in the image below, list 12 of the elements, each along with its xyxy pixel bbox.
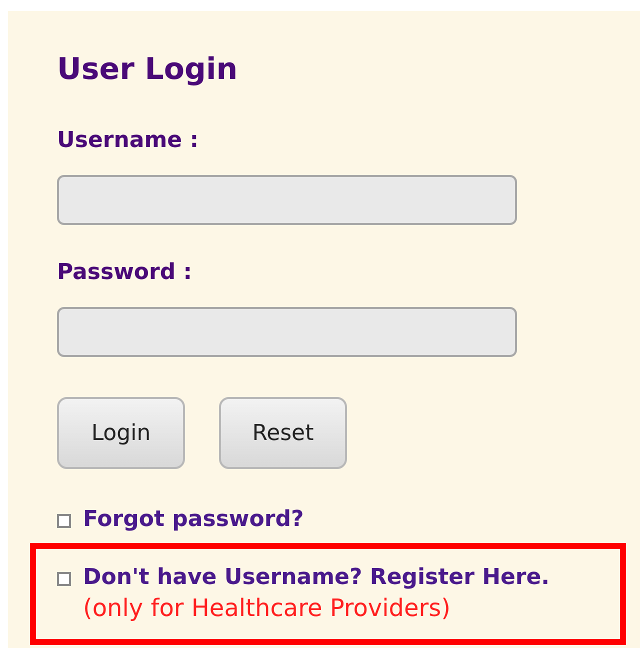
login-title: User Login <box>57 51 239 89</box>
link[interactable]: Don't have Username? Register Here. <box>83 565 550 590</box>
link[interactable]: Forgot password? <box>83 507 304 532</box>
field-label: Username : <box>57 127 200 155</box>
reset-button[interactable]: Reset <box>219 397 347 469</box>
square-bullet-icon <box>57 572 71 586</box>
link-note: (only for Healthcare Providers) <box>83 593 452 623</box>
field-label: Password : <box>57 259 194 287</box>
input-field[interactable] <box>57 175 517 225</box>
square-bullet-icon <box>57 514 71 528</box>
login-button[interactable]: Login <box>57 397 185 469</box>
input-field[interactable] <box>57 307 517 357</box>
